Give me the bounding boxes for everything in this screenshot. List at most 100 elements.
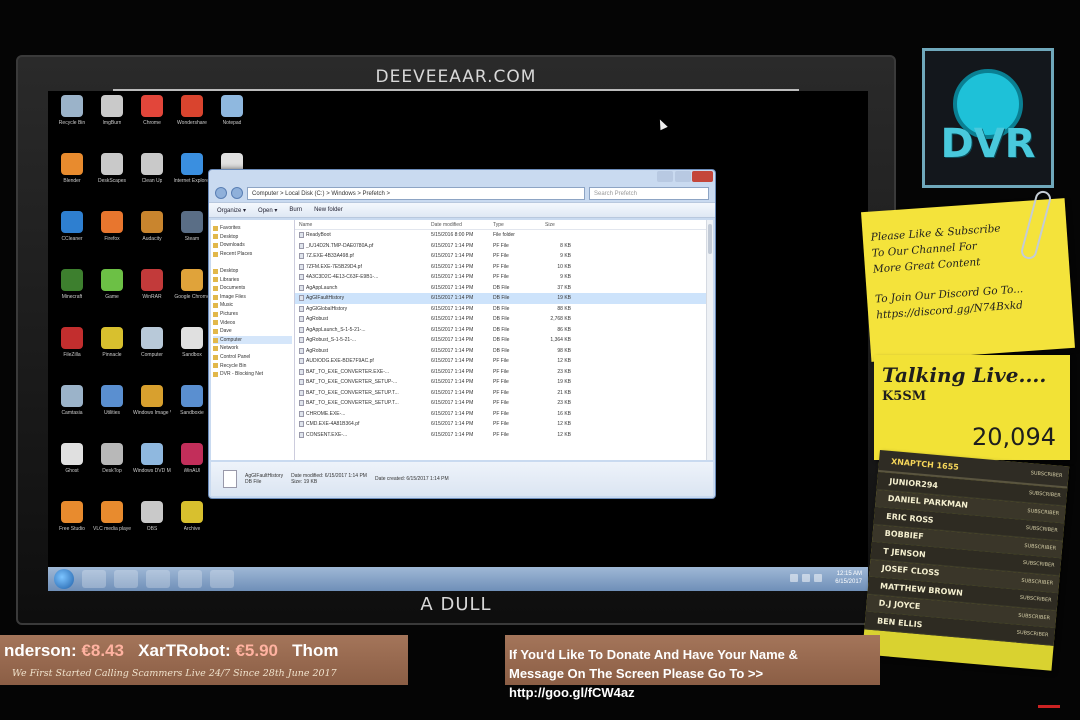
desktop-icon[interactable]: Game [92, 269, 132, 327]
file-row[interactable]: 7ZFM.EXE-7E5B29D4.pf 6/15/2017 1:14 PM PF … [295, 262, 713, 273]
column-date[interactable]: Date modified [427, 220, 489, 229]
desktop-icon[interactable]: Sandbox [172, 327, 212, 385]
desktop-icon[interactable]: Steam [172, 211, 212, 269]
nav-item[interactable]: Desktop [213, 233, 292, 242]
donate-line-2[interactable]: Message On The Screen Please Go To >> ht… [509, 664, 880, 702]
file-row[interactable]: AgGlGlobalHistory 6/15/2017 1:14 PM DB Fil… [295, 304, 713, 315]
desktop-icon[interactable]: ImgBurn [92, 95, 132, 153]
desktop-icon[interactable]: DeskTop [92, 443, 132, 501]
desktop-icon[interactable]: Camtasia [52, 385, 92, 443]
open-button[interactable]: Open ▾ [258, 207, 277, 214]
nav-item[interactable]: Music [213, 301, 292, 310]
file-row[interactable]: 4A3C3D2C-4E13-C63F-E9B1-... 6/15/2017 1:1… [295, 272, 713, 283]
nav-item[interactable]: Pictures [213, 310, 292, 319]
desktop-icon[interactable]: OBS [132, 501, 172, 559]
back-arrow-icon[interactable] [215, 187, 227, 199]
desktop-icon[interactable]: Windows Image Viewer [132, 385, 172, 443]
nav-item[interactable]: Desktop [213, 267, 292, 276]
file-row[interactable]: CHROME.EXE-... 6/15/2017 1:14 PM PF File 16… [295, 409, 713, 420]
nav-item[interactable]: Documents [213, 284, 292, 293]
nav-item[interactable]: Network [213, 344, 292, 353]
desktop-icon[interactable]: FileZilla [52, 327, 92, 385]
desktop-icon[interactable]: Audacity [132, 211, 172, 269]
desktop-icon[interactable]: VLC media player [92, 501, 132, 559]
file-row[interactable]: AUDIODG.EXE-BDE7F9AC.pf 6/15/2017 1:14 PM… [295, 356, 713, 367]
taskbar-explorer-icon[interactable] [114, 570, 138, 588]
tray-network-icon[interactable] [802, 574, 810, 582]
column-name[interactable]: Name [295, 220, 427, 229]
explorer-titlebar[interactable] [209, 170, 715, 184]
nav-item[interactable]: Control Panel [213, 353, 292, 362]
nav-item[interactable]: Dave [213, 327, 292, 336]
desktop-icon[interactable]: Chrome [132, 95, 172, 153]
nav-item[interactable]: Recent Places [213, 250, 292, 259]
nav-item[interactable]: Image Files [213, 293, 292, 302]
file-row[interactable]: AgRobust 6/15/2017 1:14 PM DB File 2,768 KB [295, 314, 713, 325]
vertical-scrollbar[interactable] [706, 220, 713, 460]
search-input[interactable]: Search Prefetch [589, 186, 709, 200]
minimize-button[interactable] [657, 171, 673, 182]
desktop-icon[interactable]: Ghost [52, 443, 92, 501]
desktop-icon[interactable]: Sandboxie [172, 385, 212, 443]
nav-item[interactable]: Libraries [213, 276, 292, 285]
column-type[interactable]: Type [489, 220, 541, 229]
desktop-icon[interactable]: Minecraft [52, 269, 92, 327]
nav-item[interactable]: Favorites [213, 224, 292, 233]
desktop-icon[interactable]: Computer [132, 327, 172, 385]
desktop-icon[interactable]: Utilities [92, 385, 132, 443]
file-row[interactable]: AgGIFaultHistory 6/15/2017 1:14 PM DB File… [295, 293, 713, 304]
taskbar-ie-icon[interactable] [82, 570, 106, 588]
maximize-button[interactable] [675, 171, 691, 182]
desktop-icon[interactable]: Free Studio [52, 501, 92, 559]
desktop-icon[interactable]: Recycle Bin [52, 95, 92, 153]
desktop-icon[interactable]: DeskScapes [92, 153, 132, 211]
close-button[interactable] [692, 171, 713, 182]
address-bar[interactable]: Computer > Local Disk (C:) > Windows > P… [247, 186, 585, 200]
desktop-icon[interactable]: Google Chrome [172, 269, 212, 327]
file-row[interactable]: _IU14D2N.TMP-DAE0780A.pf 6/15/2017 1:14 P… [295, 241, 713, 252]
desktop-icon[interactable]: Archive [172, 501, 212, 559]
taskbar-media-icon[interactable] [146, 570, 170, 588]
forward-arrow-icon[interactable] [231, 187, 243, 199]
desktop-icon[interactable]: WinAUI [172, 443, 212, 501]
column-size[interactable]: Size [541, 220, 575, 229]
organize-button[interactable]: Organize ▾ [217, 207, 246, 214]
desktop-icon[interactable]: Wondershare [172, 95, 212, 153]
nav-item[interactable]: Videos [213, 319, 292, 328]
burn-button[interactable]: Burn [289, 207, 302, 213]
desktop-icon[interactable]: Clean Up [132, 153, 172, 211]
desktop-icon[interactable]: Blender [52, 153, 92, 211]
file-row[interactable]: BAT_TO_EXE_CONVERTER_SETUP-... 6/15/2017 … [295, 377, 713, 388]
tray-volume-icon[interactable] [814, 574, 822, 582]
desktop-icon[interactable]: WinRAR [132, 269, 172, 327]
file-row[interactable]: ReadyBoot 5/15/2016 8:00 PM File folder [295, 230, 713, 241]
start-button[interactable] [54, 569, 74, 589]
taskbar-clock[interactable]: 12:15 AM 6/15/2017 [835, 570, 862, 586]
file-row[interactable]: BAT_TO_EXE_CONVERTER_SETUP.T... 6/15/2017… [295, 398, 713, 409]
taskbar-app-icon[interactable] [210, 570, 234, 588]
file-row[interactable]: AgRobust_S-1-5-21-... 6/15/2017 1:14 PM DB… [295, 335, 713, 346]
desktop-icon[interactable]: Windows DVD Maker [132, 443, 172, 501]
desktop-icon[interactable]: Firefox [92, 211, 132, 269]
file-row[interactable]: BAT_TO_EXE_CONVERTER_SETUP.T... 6/15/2017… [295, 388, 713, 399]
nav-item[interactable]: Recycle Bin [213, 362, 292, 371]
desktop-icon[interactable]: Notepad [212, 95, 252, 153]
explorer-window[interactable]: Computer > Local Disk (C:) > Windows > P… [208, 169, 716, 499]
taskbar-chrome-icon[interactable] [178, 570, 202, 588]
new-folder-button[interactable]: New folder [314, 207, 343, 213]
nav-item[interactable]: Downloads [213, 241, 292, 250]
scrollbar-thumb[interactable] [708, 224, 712, 254]
file-row[interactable]: BAT_TO_EXE_CONVERTER.EXE-... 6/15/2017 1:… [295, 367, 713, 378]
desktop-icon[interactable]: CCleaner [52, 211, 92, 269]
file-row[interactable]: 7Z.EXE-4B33A498.pf 6/15/2017 1:14 PM PF Fi… [295, 251, 713, 262]
nav-item[interactable]: DVR - Blocking Net [213, 370, 292, 379]
nav-item[interactable] [213, 258, 292, 267]
nav-item[interactable]: Computer [213, 335, 292, 345]
desktop-icon[interactable]: Pinnacle [92, 327, 132, 385]
file-row[interactable]: AgAppLaunch 6/15/2017 1:14 PM DB File 37 KB [295, 283, 713, 294]
file-row[interactable]: CONSENT.EXE-... 6/15/2017 1:14 PM PF File 1… [295, 430, 713, 441]
file-row[interactable]: CMD.EXE-4A81B364.pf 6/15/2017 1:14 PM PF F… [295, 419, 713, 430]
file-row[interactable]: AgAppLaunch_S-1-5-21-... 6/15/2017 1:14 P… [295, 325, 713, 336]
tray-flag-icon[interactable] [790, 574, 798, 582]
file-row[interactable]: AgRobust 6/15/2017 1:14 PM DB File 98 KB [295, 346, 713, 357]
